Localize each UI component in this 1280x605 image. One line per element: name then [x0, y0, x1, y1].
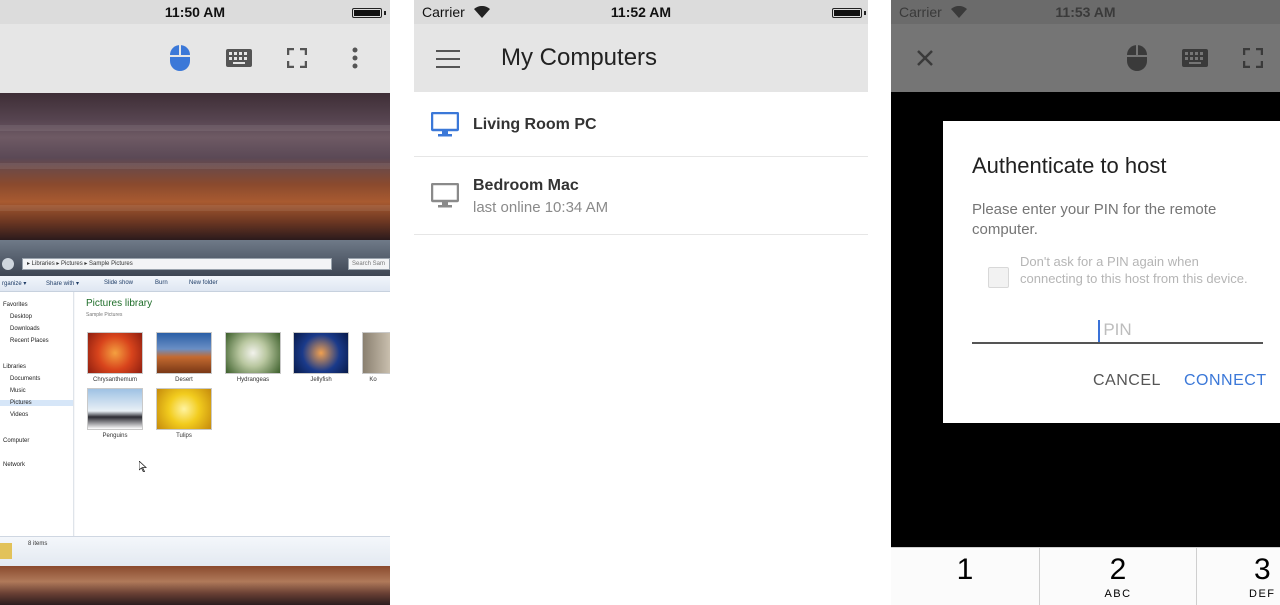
authenticate-dialog: Authenticate to host Please enter your P…	[943, 121, 1280, 423]
nav-item[interactable]: Computer	[3, 438, 29, 444]
pin-input[interactable]	[972, 318, 1263, 344]
thumbnail-label: Hydrangeas	[236, 377, 270, 383]
host-item-bedroom-mac[interactable]: Bedroom Mac last online 10:34 AM	[414, 157, 868, 235]
status-time: 11:52 AM	[610, 4, 672, 20]
status-bar: 11:50 AM	[0, 0, 390, 24]
thumbnail-label: Jellyfish	[310, 377, 332, 383]
key-3[interactable]: 3 DEF	[1197, 548, 1280, 605]
page-title: My Computers	[501, 44, 658, 71]
remote-session-screen: 11:50 AM ▸ Libraries ▸ Pictures ▸ Sample…	[0, 0, 390, 605]
keyboard-icon[interactable]	[1181, 44, 1209, 72]
thumbnail-label: Ko	[369, 377, 377, 383]
nav-item[interactable]: Desktop	[10, 314, 32, 320]
library-subtitle: Sample Pictures	[86, 312, 123, 318]
battery-icon	[832, 8, 862, 18]
dialog-message: Please enter your PIN for the remote com…	[972, 201, 1217, 238]
mouse-icon[interactable]	[1123, 44, 1151, 72]
thumbnail[interactable]	[293, 332, 349, 374]
host-name: Living Room PC	[473, 116, 597, 133]
host-item-living-room-pc[interactable]: Living Room PC	[414, 92, 868, 157]
back-icon[interactable]	[2, 258, 14, 270]
thumbnail[interactable]	[156, 332, 212, 374]
nav-item[interactable]: Network	[3, 462, 25, 468]
text-caret	[1098, 320, 1100, 342]
key-1[interactable]: 1	[891, 548, 1040, 605]
connect-button[interactable]: CONNECT	[1184, 372, 1267, 390]
fullscreen-icon[interactable]	[1239, 44, 1267, 72]
mouse-icon[interactable]	[166, 44, 194, 72]
app-bar: My Computers	[414, 24, 868, 92]
status-bar: Carrier 11:53 AM	[891, 0, 1280, 24]
battery-icon	[352, 8, 382, 18]
search-box[interactable]: Search Sam	[348, 258, 390, 270]
share-with-menu[interactable]: Share with ▾	[46, 280, 79, 287]
file-view: Pictures library Sample Pictures Chrysan…	[75, 292, 390, 536]
thumbnail[interactable]	[225, 332, 281, 374]
nav-item[interactable]: Recent Places	[10, 338, 49, 344]
fullscreen-icon[interactable]	[283, 44, 311, 72]
item-count: 8 items	[28, 541, 48, 547]
status-time: 11:53 AM	[1055, 4, 1116, 20]
explorer-window: ▸ Libraries ▸ Pictures ▸ Sample Pictures…	[0, 240, 390, 566]
nav-item[interactable]: Music	[10, 388, 26, 394]
thumbnail-label: Desert	[175, 377, 193, 383]
nav-item[interactable]: Favorites	[3, 302, 28, 308]
nav-item[interactable]: Downloads	[10, 326, 40, 332]
address-bar[interactable]: ▸ Libraries ▸ Pictures ▸ Sample Pictures	[22, 258, 332, 270]
new-folder-button[interactable]: New folder	[189, 280, 218, 286]
explorer-statusbar: 8 items	[0, 536, 390, 566]
desktop-wallpaper-bottom	[0, 566, 390, 605]
dialog-title: Authenticate to host	[972, 153, 1167, 178]
host-list-screen: Carrier 11:52 AM My Computers Living Roo…	[414, 0, 868, 605]
close-icon[interactable]	[911, 44, 939, 72]
computer-offline-icon	[430, 182, 460, 214]
command-bar: rganize ▾ Share with ▾ Slide show Burn N…	[0, 276, 390, 292]
session-toolbar	[891, 24, 1280, 92]
session-toolbar	[0, 24, 390, 93]
thumbnail-label: Chrysanthemum	[92, 377, 137, 383]
nav-item[interactable]: Libraries	[3, 364, 26, 370]
status-time: 11:50 AM	[164, 4, 226, 20]
organize-menu[interactable]: rganize ▾	[2, 280, 26, 287]
thumbnail[interactable]	[87, 388, 143, 430]
nav-item[interactable]: Videos	[10, 412, 28, 418]
keyboard-icon[interactable]	[225, 44, 253, 72]
key-2[interactable]: 2 ABC	[1040, 548, 1197, 605]
status-bar: Carrier 11:52 AM	[414, 0, 868, 24]
remember-pin-label: Don't ask for a PIN again when connectin…	[1020, 254, 1248, 286]
authenticate-screen: Carrier 11:53 AM Authenticate to host Pl…	[891, 0, 1280, 605]
thumbnail[interactable]	[87, 332, 143, 374]
thumbnail-label: Tulips	[176, 433, 192, 439]
host-last-online: last online 10:34 AM	[473, 199, 609, 216]
nav-item[interactable]: Documents	[10, 376, 40, 382]
host-name: Bedroom Mac	[473, 177, 579, 194]
library-title: Pictures library	[86, 298, 153, 309]
mouse-cursor-icon	[138, 459, 148, 477]
menu-icon[interactable]	[436, 50, 460, 68]
desktop-wallpaper	[0, 93, 390, 240]
nav-item-selected[interactable]: Pictures	[0, 400, 73, 406]
thumbnail[interactable]	[362, 332, 390, 374]
more-vert-icon[interactable]	[341, 44, 369, 72]
navigation-pane: Favorites Desktop Downloads Recent Place…	[0, 292, 74, 536]
numeric-keypad: 1 2 ABC 3 DEF	[891, 547, 1280, 605]
computer-online-icon	[430, 111, 460, 143]
cancel-button[interactable]: CANCEL	[1093, 372, 1161, 390]
slide-show-button[interactable]: Slide show	[104, 280, 133, 286]
burn-button[interactable]: Burn	[155, 280, 168, 286]
remember-pin-checkbox[interactable]	[988, 267, 1009, 288]
folder-icon	[0, 543, 12, 559]
thumbnail-label: Penguins	[102, 433, 128, 439]
window-titlebar[interactable]: ▸ Libraries ▸ Pictures ▸ Sample Pictures…	[0, 240, 390, 276]
thumbnail[interactable]	[156, 388, 212, 430]
